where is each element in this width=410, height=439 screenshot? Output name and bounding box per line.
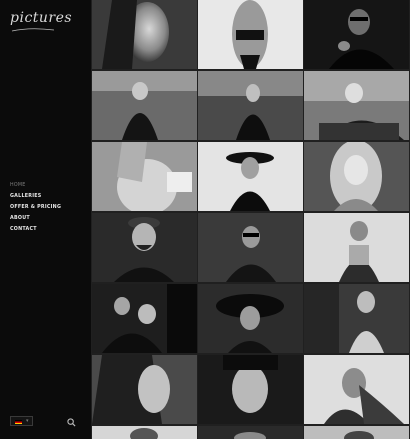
gallery-photo[interactable]: [304, 213, 409, 282]
nav-item-contact[interactable]: CONTACT: [10, 224, 61, 235]
gallery-photo[interactable]: [92, 0, 197, 69]
nav-item-about[interactable]: ABOUT: [10, 213, 61, 224]
nav-item-galleries[interactable]: GALLERIES: [10, 191, 61, 202]
nav-item-home[interactable]: HOME: [10, 180, 61, 191]
chevron-down-icon: ▾: [26, 418, 29, 424]
search-icon[interactable]: [67, 418, 76, 427]
gallery-photo[interactable]: [92, 355, 197, 424]
photo-grid: [91, 0, 410, 439]
gallery-photo[interactable]: [304, 71, 409, 140]
gallery-photo[interactable]: [304, 284, 409, 353]
gallery-photo[interactable]: [304, 426, 409, 439]
german-flag-icon: [15, 419, 22, 424]
gallery-photo[interactable]: [304, 355, 409, 424]
gallery-photo[interactable]: [198, 284, 303, 353]
gallery-photo[interactable]: [92, 284, 197, 353]
gallery-photo[interactable]: [198, 142, 303, 211]
gallery-photo[interactable]: [92, 213, 197, 282]
gallery-photo[interactable]: [92, 142, 197, 211]
site-logo[interactable]: pictures: [10, 10, 72, 26]
gallery-photo[interactable]: [304, 142, 409, 211]
gallery-photo[interactable]: [198, 426, 303, 439]
gallery-photo[interactable]: [198, 71, 303, 140]
nav-item-offer-pricing[interactable]: OFFER & PRICING: [10, 202, 61, 213]
main-nav: HOME GALLERIES OFFER & PRICING ABOUT CON…: [10, 180, 61, 235]
gallery-photo[interactable]: [92, 71, 197, 140]
sidebar: pictures HOME GALLERIES OFFER & PRICING …: [0, 0, 91, 439]
gallery-photo[interactable]: [198, 355, 303, 424]
gallery-photo[interactable]: [304, 0, 409, 69]
language-selector[interactable]: ▾: [10, 416, 33, 426]
logo-swash-icon: [11, 28, 55, 32]
gallery-photo[interactable]: [198, 213, 303, 282]
gallery-photo[interactable]: [92, 426, 197, 439]
gallery-photo[interactable]: [198, 0, 303, 69]
